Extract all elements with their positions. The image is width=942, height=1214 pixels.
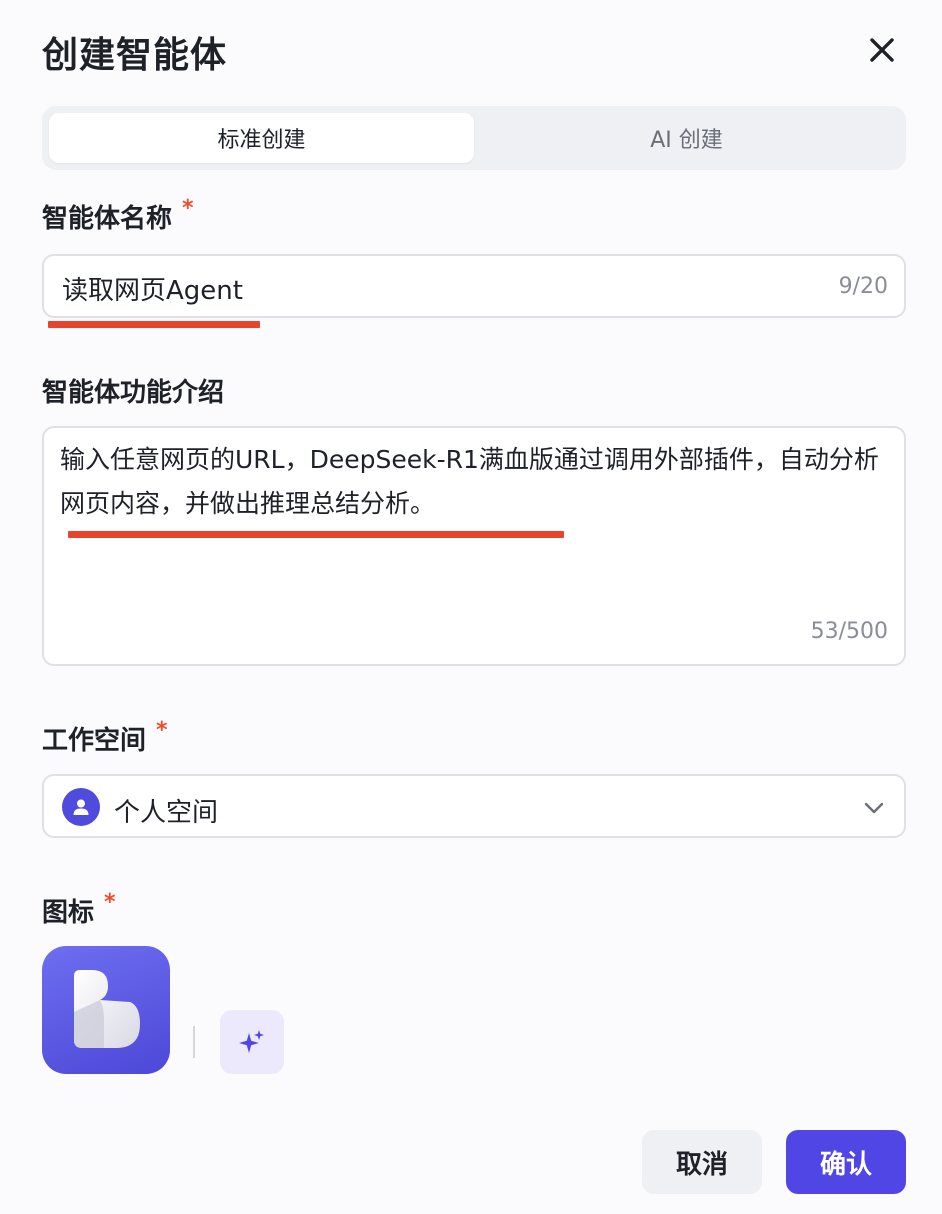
required-mark: * [156,718,168,743]
icon-label: 图标 * [42,892,116,929]
agent-name-label: 智能体名称 * [42,198,194,235]
confirm-button[interactable]: 确认 [786,1130,906,1194]
ai-generate-icon-button[interactable] [220,1010,284,1074]
tab-standard-create[interactable]: 标准创建 [49,113,474,163]
close-button[interactable] [862,30,902,70]
workspace-avatar [62,788,100,826]
close-icon [870,38,894,62]
chevron-down-icon [864,802,884,814]
agent-name-value: 读取网页Agent [62,276,243,306]
annotation-underline [68,531,564,538]
agent-description-label-text: 智能体功能介绍 [42,378,225,408]
user-icon [73,799,89,815]
icon-label-text: 图标 [42,898,95,928]
dialog-title: 创建智能体 [42,35,228,76]
agent-name-counter: 9/20 [838,274,888,299]
create-agent-dialog: 创建智能体 标准创建 AI 创建 智能体名称 * 读取网页Agent 9/20 … [0,0,942,1214]
agent-name-label-text: 智能体名称 [42,204,173,234]
sparkle-icon [239,1030,264,1053]
workspace-value: 个人空间 [114,798,219,828]
agent-name-input[interactable]: 读取网页Agent 9/20 [42,254,906,318]
create-mode-tabs: 标准创建 AI 创建 [42,106,906,170]
agent-description-value: 输入任意网页的URL，DeepSeek-R1满血版通过调用外部插件，自动分析网页… [60,445,879,518]
annotation-underline [48,321,260,328]
agent-logo-icon [74,970,140,1048]
agent-description-counter: 53/500 [810,619,888,644]
icon-divider [193,1026,195,1058]
workspace-label-text: 工作空间 [42,726,147,756]
agent-icon-image[interactable] [42,946,170,1074]
workspace-select[interactable]: 个人空间 [42,774,906,838]
agent-description-textarea[interactable]: 输入任意网页的URL，DeepSeek-R1满血版通过调用外部插件，自动分析网页… [42,426,906,666]
agent-description-label: 智能体功能介绍 [42,372,224,409]
workspace-label: 工作空间 * [42,720,168,757]
required-mark: * [182,196,194,221]
tab-ai-create[interactable]: AI 创建 [474,113,899,163]
required-mark: * [104,890,116,915]
cancel-button[interactable]: 取消 [642,1130,762,1194]
